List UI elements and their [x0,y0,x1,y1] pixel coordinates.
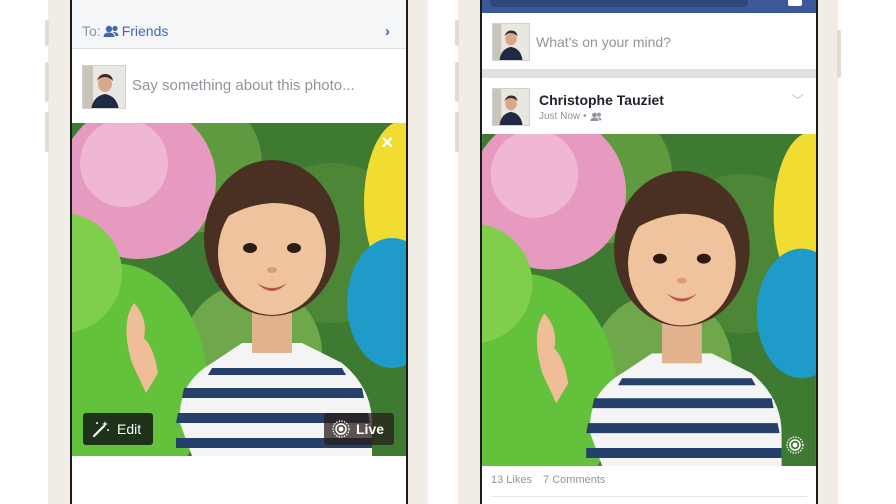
status-composer[interactable]: What's on your mind? [482,13,816,69]
meta-separator: • [583,111,587,122]
facebook-navbar [482,0,816,13]
avatar [82,65,126,109]
avatar[interactable] [492,88,530,126]
post-author[interactable]: Christophe Tauziet [539,92,664,108]
post-photo[interactable] [482,134,816,466]
chevron-right-icon: › [385,23,390,40]
volume-down-button [455,112,459,152]
avatar [492,23,530,61]
audience-selector[interactable]: To: Friends › [72,14,406,49]
comments-count[interactable]: 7 Comments [543,474,605,486]
attached-photo: ✕ Edit Live [72,123,406,456]
power-button [837,30,841,78]
friends-icon [103,25,119,37]
edit-button-label: Edit [117,421,142,437]
chevron-down-icon[interactable]: ﹀ [791,90,804,109]
feed-divider [482,69,816,78]
edit-button[interactable]: Edit [83,413,153,445]
likes-count[interactable]: 13 Likes [491,474,532,486]
magic-wand-icon [92,421,109,438]
live-photo-icon [332,420,350,438]
live-photo-icon [786,436,804,454]
status-input[interactable]: What's on your mind? [536,34,671,50]
search-bar[interactable] [490,0,748,7]
messenger-icon[interactable] [788,0,802,6]
post-stats: 13 Likes 7 Comments [482,466,816,504]
live-button-label: Live [356,421,385,437]
composer-row: Say something about this photo... [72,49,406,123]
mute-switch [455,20,459,46]
audience-value: Friends [121,23,169,39]
audience-to-label: To: [82,23,101,39]
stats-divider [491,496,807,497]
caption-input[interactable]: Say something about this photo... [132,77,355,94]
volume-down-button [45,112,49,152]
feed-screen: What's on your mind? Christophe Tauziet … [480,0,818,504]
mute-switch [45,20,49,46]
composer-top-strip [72,0,406,15]
volume-up-button [455,62,459,102]
post-header: Christophe Tauziet Just Now • ﹀ [482,78,816,134]
post-time[interactable]: Just Now [539,111,580,122]
volume-up-button [45,62,49,102]
close-icon[interactable]: ✕ [381,133,394,153]
live-photo-button[interactable]: Live [324,413,394,445]
friends-icon [590,112,602,121]
post-meta: Just Now • [539,111,602,122]
composer-screen: To: Friends › Say something about this p… [70,0,408,504]
